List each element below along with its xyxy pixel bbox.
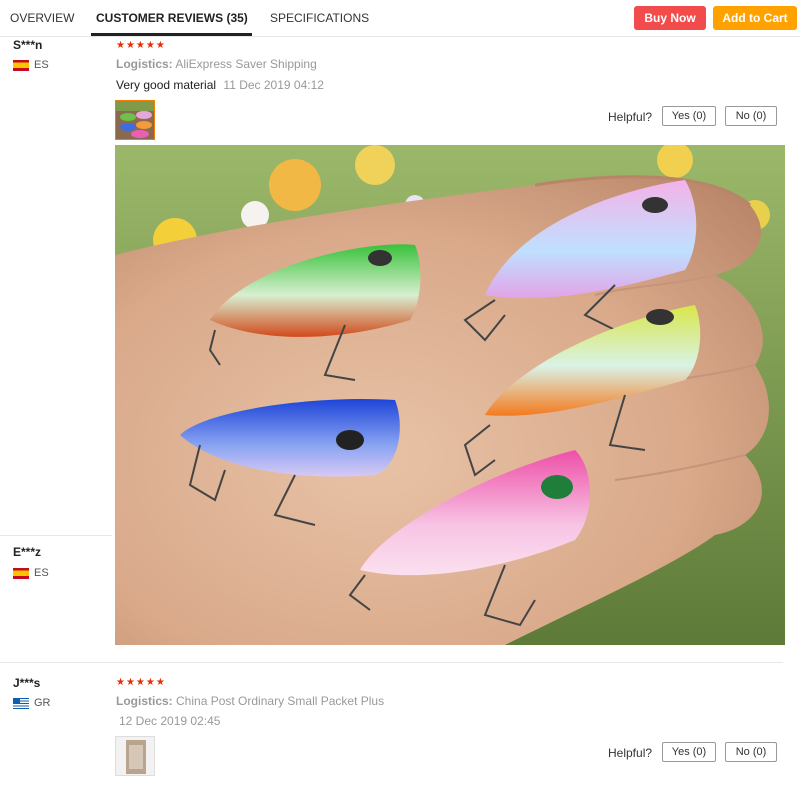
tab-overview[interactable]: OVERVIEW bbox=[10, 11, 74, 25]
star-rating: ★★★★★ bbox=[116, 40, 166, 51]
reviewer-name: S***n bbox=[13, 38, 43, 52]
review-photo-thumbnail[interactable] bbox=[115, 736, 155, 776]
helpful-yes-button[interactable]: Yes (0) bbox=[662, 106, 716, 126]
review-feedback: Very good material 11 Dec 2019 04:12 bbox=[116, 78, 324, 92]
country-code: GR bbox=[34, 697, 51, 709]
lure-thumbnail-image bbox=[116, 101, 154, 139]
logistics-info: Logistics: AliExpress Saver Shipping bbox=[116, 57, 317, 71]
tab-customer-reviews[interactable]: CUSTOMER REVIEWS (35) bbox=[96, 11, 248, 25]
reviewer-country: ES bbox=[13, 567, 49, 579]
tab-specifications[interactable]: SPECIFICATIONS bbox=[270, 11, 369, 25]
spain-flag-icon bbox=[13, 567, 29, 579]
helpful-label: Helpful? bbox=[608, 110, 653, 124]
buy-now-button[interactable]: Buy Now bbox=[634, 6, 706, 30]
helpful-no-button[interactable]: No (0) bbox=[725, 742, 777, 762]
add-to-cart-button[interactable]: Add to Cart bbox=[713, 6, 797, 30]
reviewer-country: ES bbox=[13, 59, 49, 71]
star-rating: ★★★★★ bbox=[116, 677, 166, 688]
country-code: ES bbox=[34, 59, 49, 71]
spain-flag-icon bbox=[13, 59, 29, 71]
review-date: 12 Dec 2019 02:45 bbox=[119, 714, 221, 728]
logistics-value: China Post Ordinary Small Packet Plus bbox=[176, 694, 385, 708]
review-divider bbox=[0, 662, 783, 663]
logistics-label: Logistics: bbox=[116, 694, 173, 708]
review-divider bbox=[0, 535, 112, 536]
logistics-label: Logistics: bbox=[116, 57, 173, 71]
country-code: ES bbox=[34, 567, 49, 579]
logistics-value: AliExpress Saver Shipping bbox=[175, 57, 317, 71]
reviewer-country: GR bbox=[13, 697, 51, 709]
reviewer-name: J***s bbox=[13, 676, 41, 690]
fishing-lures-in-hand-photo bbox=[115, 145, 785, 645]
active-tab-indicator bbox=[91, 33, 252, 36]
helpful-yes-button[interactable]: Yes (0) bbox=[662, 742, 716, 762]
feedback-text: Very good material bbox=[116, 78, 217, 92]
helpful-no-button[interactable]: No (0) bbox=[725, 106, 777, 126]
helpful-label: Helpful? bbox=[608, 746, 653, 760]
review-photo-thumbnail[interactable] bbox=[115, 100, 155, 140]
product-tab-bar: OVERVIEW CUSTOMER REVIEWS (35) SPECIFICA… bbox=[0, 0, 800, 37]
logistics-info: Logistics: China Post Ordinary Small Pac… bbox=[116, 694, 384, 708]
greece-flag-icon bbox=[13, 697, 29, 709]
reviewer-name: E***z bbox=[13, 545, 42, 559]
review-date: 11 Dec 2019 04:12 bbox=[223, 78, 324, 92]
review-photo-viewer[interactable] bbox=[115, 145, 785, 645]
package-thumbnail-image bbox=[116, 737, 154, 775]
